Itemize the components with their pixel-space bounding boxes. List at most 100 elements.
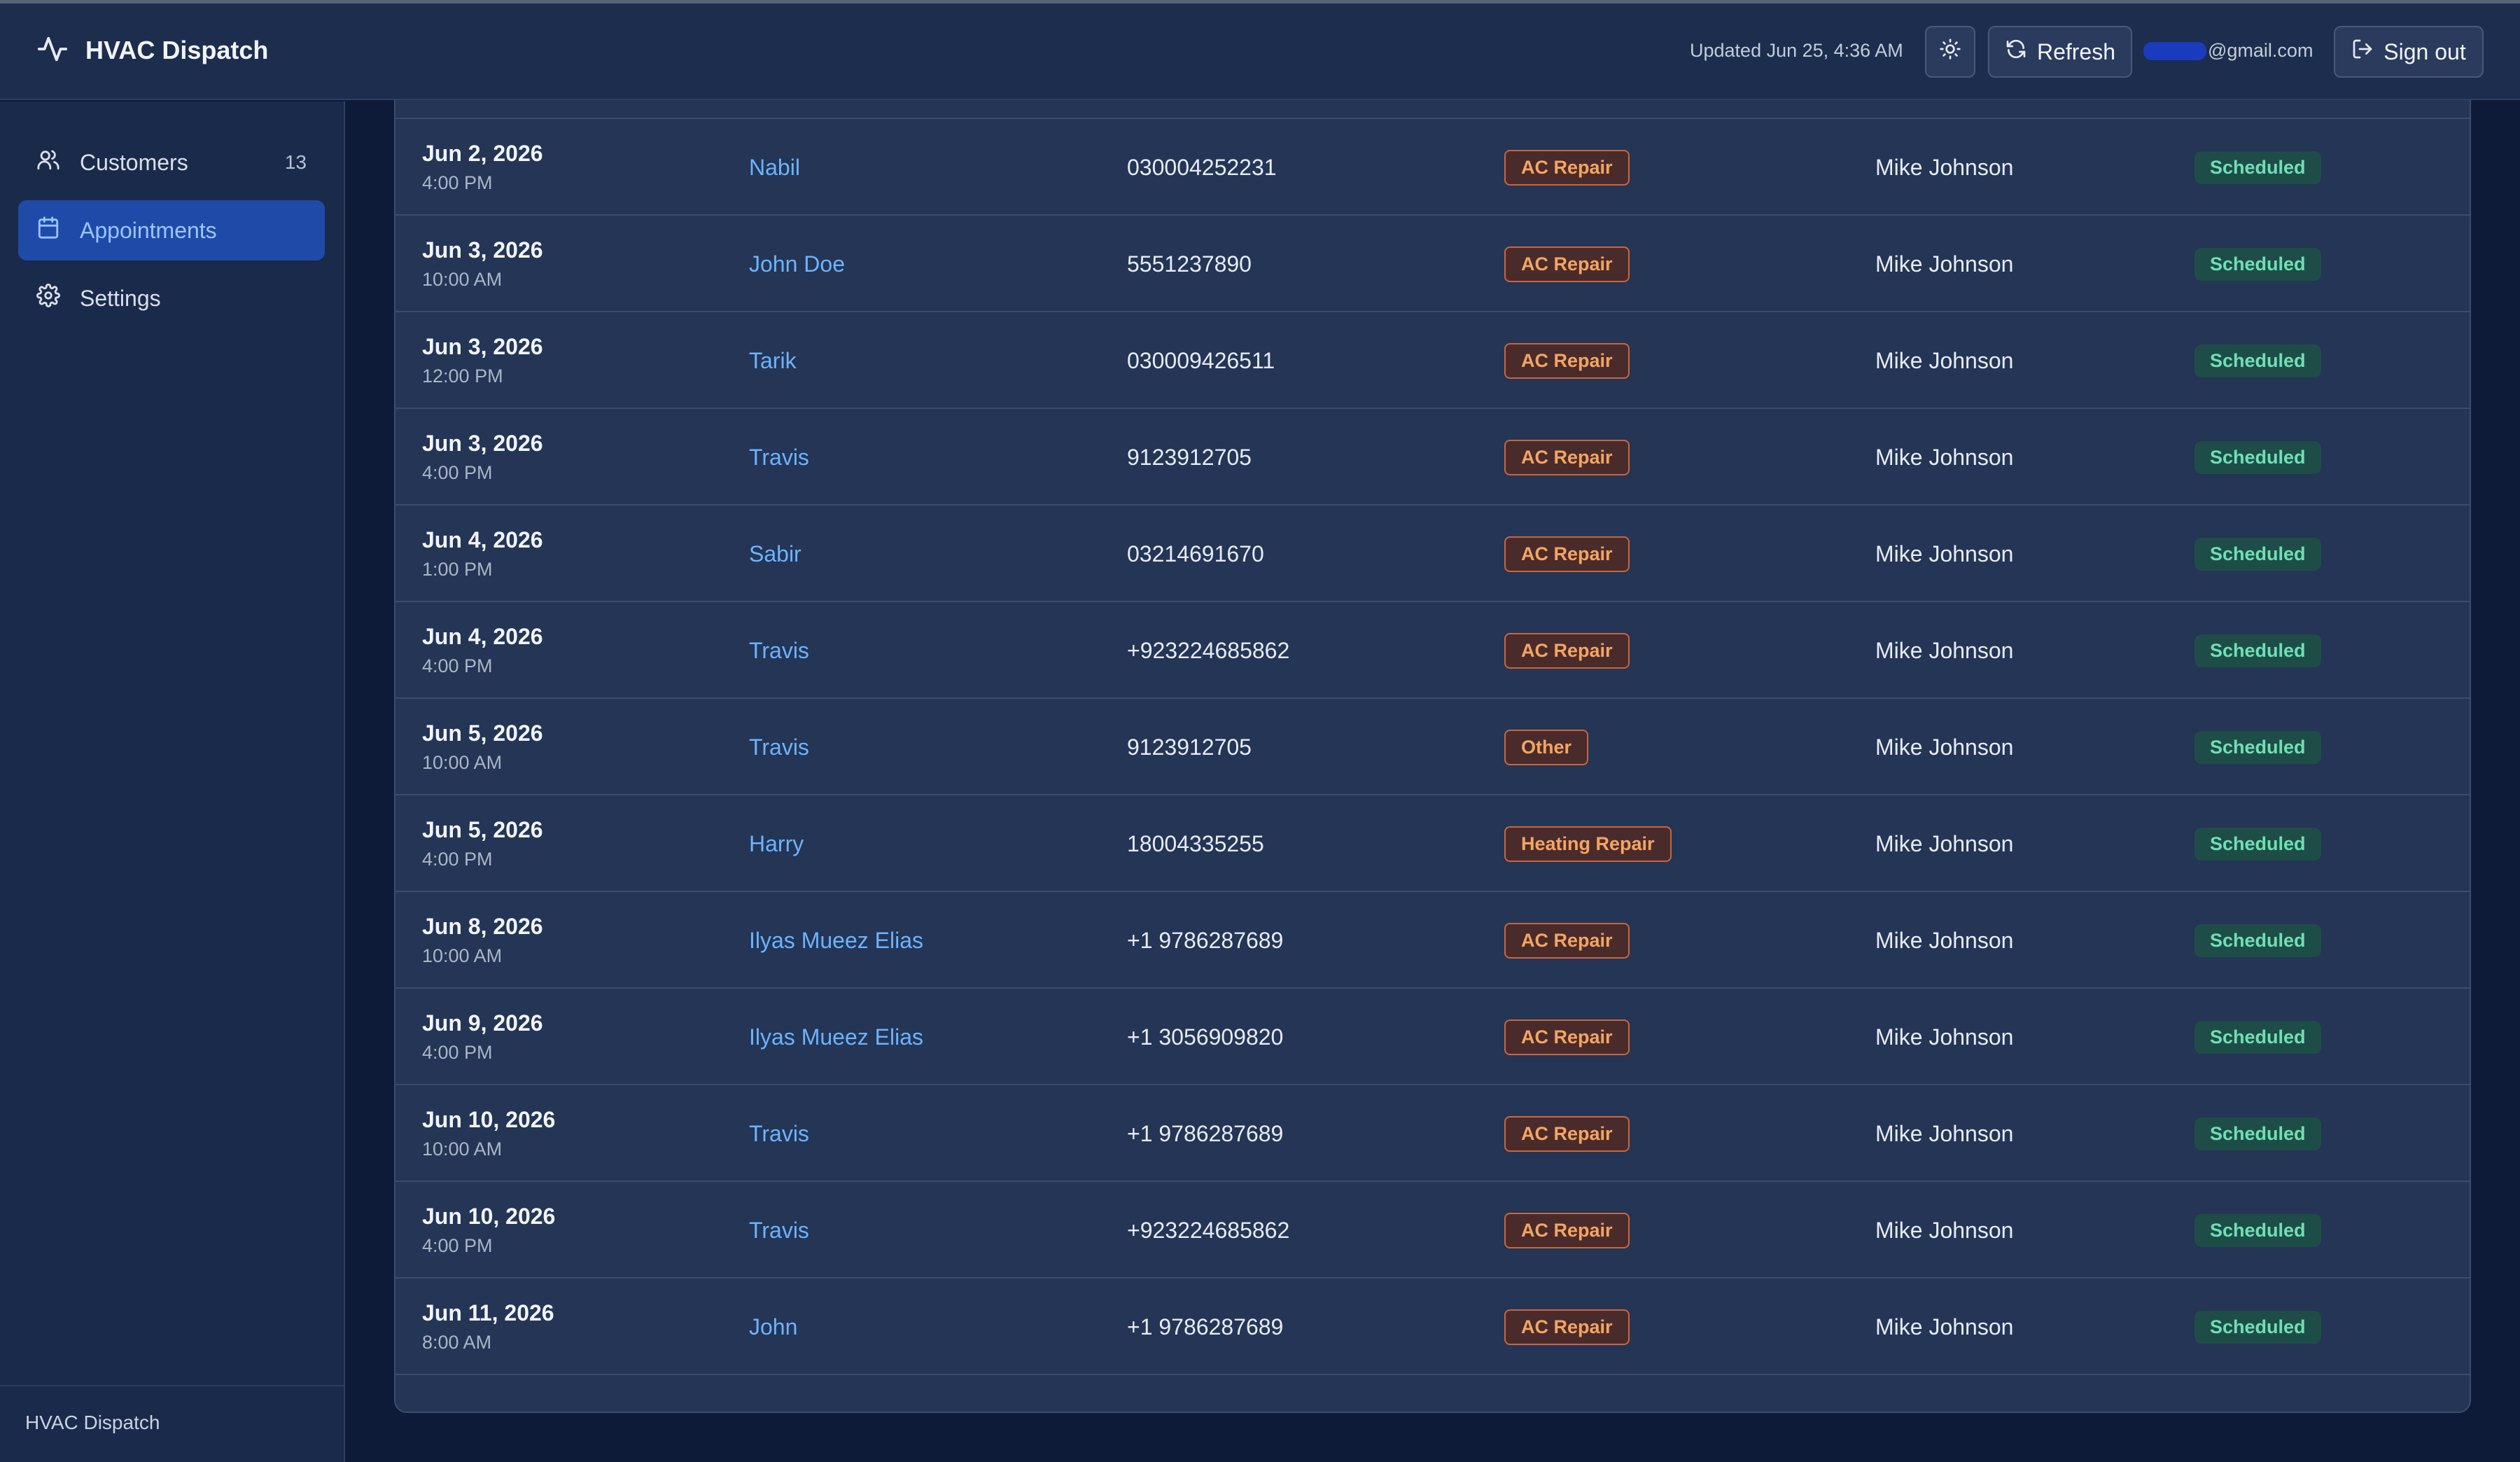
appointment-date: Jun 4, 2026: [422, 527, 543, 552]
appointments-table: 2:00 PMwalter03224685862No CoolingMike J…: [394, 70, 2471, 1413]
customer-link[interactable]: Travis: [749, 602, 809, 699]
status-cell: Scheduled: [2194, 892, 2321, 989]
date-cell: Jun 5, 2026 10:00 AM: [422, 699, 543, 795]
customer-link[interactable]: Ilyas Mueez Elias: [749, 892, 923, 989]
customer-link[interactable]: Travis: [749, 699, 809, 795]
status-cell: Scheduled: [2194, 409, 2321, 506]
date-cell: Jun 10, 2026 4:00 PM: [422, 1182, 555, 1279]
refresh-button[interactable]: Refresh: [1988, 26, 2132, 78]
appointment-time: 8:00 AM: [422, 1332, 492, 1353]
phone-cell: +1 3056909820: [1127, 1024, 1284, 1050]
customer-link[interactable]: Nabil: [749, 119, 800, 216]
brand[interactable]: HVAC Dispatch: [36, 32, 268, 69]
date-cell: Jun 9, 2026 4:00 PM: [422, 989, 543, 1085]
technician-cell: Mike Johnson: [1875, 734, 2014, 760]
date-cell: Jun 3, 2026 12:00 PM: [422, 312, 543, 409]
status-badge: Scheduled: [2194, 151, 2321, 184]
service-cell: AC Repair: [1504, 1085, 1630, 1182]
service-badge: AC Repair: [1504, 149, 1630, 186]
technician-cell: Mike Johnson: [1875, 830, 2014, 856]
technician-cell: Mike Johnson: [1875, 1217, 2014, 1243]
status-cell: Scheduled: [2194, 795, 2321, 892]
phone-cell: 9123912705: [1127, 734, 1252, 760]
appointment-date: Jun 4, 2026: [422, 624, 543, 649]
phone-cell: 18004335255: [1127, 830, 1264, 856]
status-badge: Scheduled: [2194, 1117, 2321, 1150]
table-row[interactable]: Jun 5, 2026 10:00 AM Travis 9123912705 Other…: [396, 699, 2470, 795]
appointment-time: 10:00 AM: [422, 945, 503, 966]
status-cell: Scheduled: [2194, 699, 2321, 795]
technician-cell: Mike Johnson: [1875, 444, 2014, 470]
status-badge: Scheduled: [2194, 537, 2321, 571]
status-badge: Scheduled: [2194, 1213, 2321, 1247]
service-badge: Other: [1504, 729, 1589, 765]
technician-cell: Mike Johnson: [1875, 251, 2014, 277]
phone-cell: +923224685862: [1127, 1217, 1290, 1243]
phone-cell: 030004252231: [1127, 154, 1277, 180]
service-badge: AC Repair: [1504, 246, 1630, 282]
sign-out-button[interactable]: Sign out: [2334, 26, 2484, 78]
status-badge: Scheduled: [2194, 1310, 2321, 1344]
service-badge: AC Repair: [1504, 439, 1630, 475]
sidebar-item-appointments[interactable]: Appointments: [18, 200, 325, 260]
app-header: HVAC Dispatch Updated Jun 25, 4:36 AM Re…: [0, 4, 2520, 100]
appointment-date: Jun 9, 2026: [422, 1010, 543, 1036]
date-cell: Jun 3, 2026 4:00 PM: [422, 409, 543, 506]
customer-link[interactable]: Travis: [749, 1182, 809, 1279]
theme-toggle-button[interactable]: [1925, 26, 1975, 78]
status-cell: Scheduled: [2194, 119, 2321, 216]
sidebar-item-label: Customers: [80, 149, 188, 175]
customer-link[interactable]: Sabir: [749, 506, 802, 602]
sidebar-item-customers[interactable]: Customers 13: [18, 132, 325, 193]
appointment-date: Jun 3, 2026: [422, 334, 543, 359]
service-badge: Heating Repair: [1504, 826, 1672, 862]
appointment-time: 4:00 PM: [422, 849, 493, 870]
date-cell: Jun 2, 2026 4:00 PM: [422, 119, 543, 216]
customer-link[interactable]: Travis: [749, 409, 809, 506]
service-badge: AC Repair: [1504, 1309, 1630, 1345]
service-cell: AC Repair: [1504, 506, 1630, 602]
email-domain: @gmail.com: [2208, 40, 2314, 61]
appointment-date: Jun 10, 2026: [422, 1107, 556, 1132]
service-cell: AC Repair: [1504, 1182, 1630, 1279]
appointment-time: 4:00 PM: [422, 172, 493, 193]
sidebar-item-settings[interactable]: Settings: [18, 268, 325, 328]
appointment-time: 10:00 AM: [422, 752, 503, 773]
date-cell: Jun 11, 2026 8:00 AM: [422, 1279, 554, 1375]
table-row[interactable]: Jun 4, 2026 1:00 PM Sabir 03214691670 AC Rep…: [396, 506, 2470, 602]
technician-cell: Mike Johnson: [1875, 154, 2014, 180]
customer-link[interactable]: Harry: [749, 795, 804, 892]
technician-cell: Mike Johnson: [1875, 1120, 2014, 1146]
table-row[interactable]: Jun 4, 2026 4:00 PM Travis +923224685862 AC …: [396, 602, 2470, 699]
gear-icon: [36, 284, 60, 313]
table-row[interactable]: Jun 3, 2026 12:00 PM Tarik 030009426511 AC R…: [396, 312, 2470, 409]
table-row[interactable]: Jun 9, 2026 4:00 PM Ilyas Mueez Elias +1 30…: [396, 989, 2470, 1085]
service-badge: AC Repair: [1504, 632, 1630, 669]
customer-link[interactable]: Ilyas Mueez Elias: [749, 989, 923, 1085]
sun-icon: [1939, 38, 1961, 66]
service-cell: AC Repair: [1504, 119, 1630, 216]
status-cell: Scheduled: [2194, 602, 2321, 699]
table-row[interactable]: Jun 10, 2026 4:00 PM Travis +923224685862 AC…: [396, 1182, 2470, 1279]
customer-link[interactable]: Tarik: [749, 312, 797, 409]
service-cell: AC Repair: [1504, 216, 1630, 312]
service-cell: Other: [1504, 699, 1589, 795]
appointment-time: 4:00 PM: [422, 655, 493, 676]
status-cell: Scheduled: [2194, 1085, 2321, 1182]
table-row[interactable]: Jun 3, 2026 4:00 PM Travis 9123912705 AC Rep…: [396, 409, 2470, 506]
table-row[interactable]: Jun 5, 2026 4:00 PM Harry 18004335255 Heatin…: [396, 795, 2470, 892]
table-row[interactable]: Jun 2, 2026 4:00 PM Nabil 030004252231 AC Re…: [396, 119, 2470, 216]
table-row[interactable]: Jun 3, 2026 10:00 AM John Doe 5551237890 AC …: [396, 216, 2470, 312]
appointment-date: Jun 11, 2026: [422, 1300, 554, 1325]
table-row[interactable]: Jun 11, 2026 8:00 AM John +1 9786287689 AC R…: [396, 1279, 2470, 1375]
table-row[interactable]: Jun 10, 2026 10:00 AM Travis +1 9786287689 A…: [396, 1085, 2470, 1182]
sign-out-icon: [2351, 38, 2374, 66]
status-badge: Scheduled: [2194, 344, 2321, 377]
table-row[interactable]: Jun 8, 2026 10:00 AM Ilyas Mueez Elias +1 9…: [396, 892, 2470, 989]
status-cell: Scheduled: [2194, 1279, 2321, 1375]
customer-link[interactable]: John Doe: [749, 216, 845, 312]
status-badge: Scheduled: [2194, 634, 2321, 667]
technician-cell: Mike Johnson: [1875, 347, 2014, 373]
customer-link[interactable]: John: [749, 1279, 797, 1375]
customer-link[interactable]: Travis: [749, 1085, 809, 1182]
